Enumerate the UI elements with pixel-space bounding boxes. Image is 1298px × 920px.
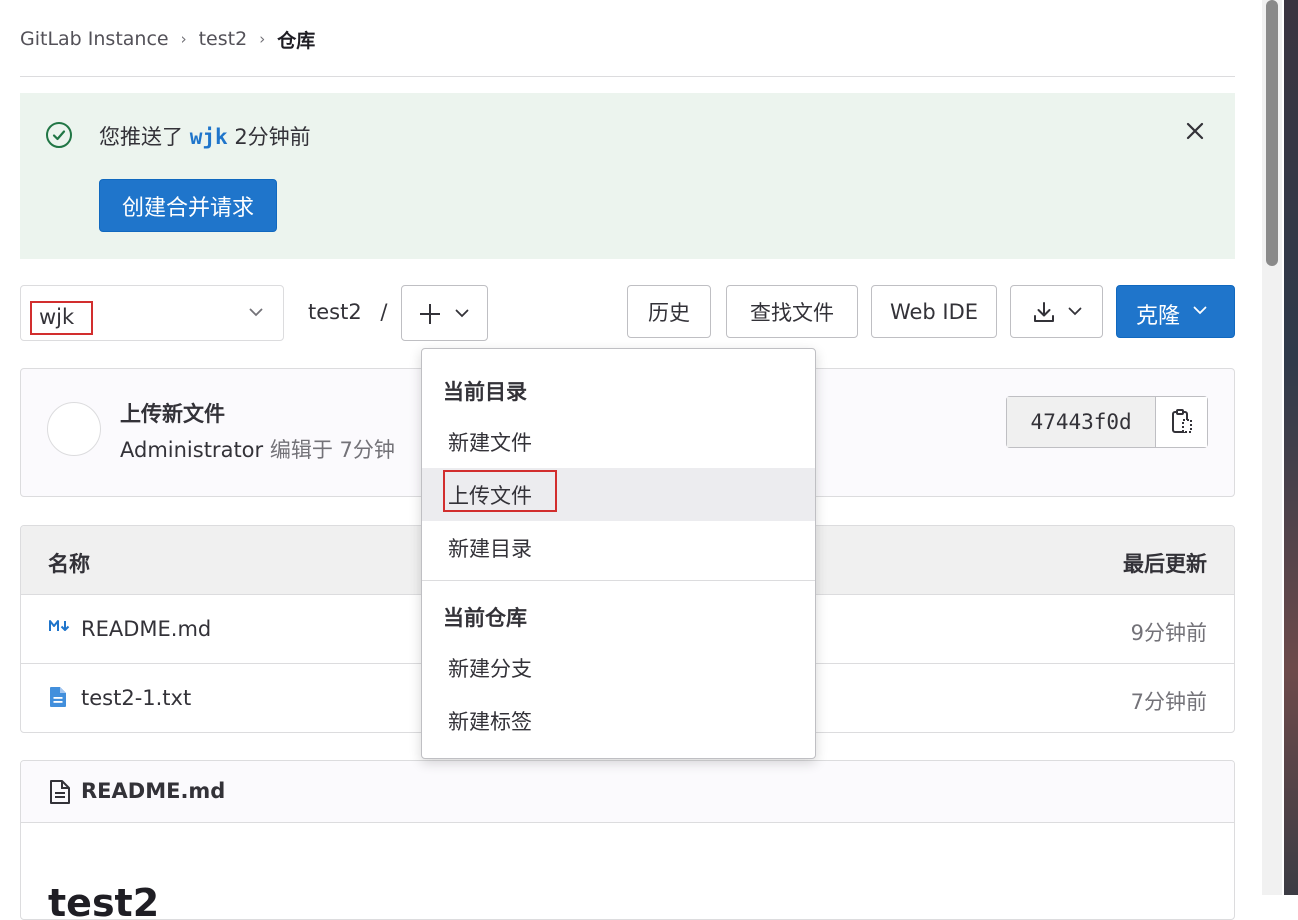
breadcrumb-current: 仓库 (277, 29, 316, 52)
column-name: 名称 (48, 552, 90, 576)
divider (20, 76, 1235, 77)
history-button[interactable]: 历史 (627, 285, 711, 338)
dropdown-divider (422, 580, 815, 581)
dropdown-section-current-repository: 当前仓库 (443, 606, 527, 630)
push-alert: 您推送了 wjk 2分钟前 创建合并请求 (20, 93, 1235, 259)
chevron-down-icon (249, 308, 263, 317)
breadcrumb: GitLab Instance › test2 › 仓库 (20, 26, 315, 52)
readme-title[interactable]: README.md (81, 779, 225, 803)
clone-label: 克隆 (1136, 304, 1181, 329)
chevron-down-icon (455, 309, 469, 318)
menu-item-new-directory[interactable]: 新建目录 (422, 521, 815, 574)
readme-heading: test2 (48, 881, 160, 920)
readme-header: README.md (21, 761, 1234, 823)
scrollbar-thumb[interactable] (1266, 0, 1278, 266)
file-name[interactable]: test2-1.txt (81, 686, 191, 710)
chevron-right-icon: › (180, 30, 187, 48)
clone-button[interactable]: 克隆 (1116, 285, 1235, 338)
file-time: 7分钟前 (1130, 690, 1207, 714)
copy-sha-button[interactable] (1156, 397, 1207, 447)
file-time: 9分钟前 (1130, 621, 1207, 645)
dropdown-section-current-directory: 当前目录 (443, 380, 527, 404)
path-separator: / (380, 300, 388, 324)
web-ide-button[interactable]: Web IDE (871, 285, 997, 338)
column-last-update: 最后更新 (1123, 552, 1207, 576)
alert-message: 您推送了 wjk 2分钟前 (99, 121, 311, 151)
add-dropdown-menu: 当前目录 新建文件 上传文件 新建目录 当前仓库 新建分支 新建标签 (421, 348, 816, 759)
file-icon (50, 687, 66, 707)
menu-item-label: 新建文件 (448, 431, 532, 455)
menu-item-label: 新建分支 (448, 657, 532, 681)
close-icon[interactable] (1184, 120, 1206, 142)
create-merge-request-button[interactable]: 创建合并请求 (99, 179, 277, 232)
download-button[interactable] (1010, 285, 1103, 338)
chevron-down-icon (1068, 307, 1081, 316)
find-file-button[interactable]: 查找文件 (726, 285, 858, 338)
alert-prefix: 您推送了 (99, 125, 183, 149)
markdown-icon (49, 620, 70, 631)
plus-icon (420, 304, 440, 324)
commit-sha[interactable]: 47443f0d (1007, 397, 1157, 447)
clipboard-icon (1171, 409, 1192, 433)
chevron-right-icon: › (259, 30, 266, 48)
repo-path: test2 / (308, 300, 387, 324)
commit-title[interactable]: 上传新文件 (120, 398, 225, 428)
alert-branch: wjk (189, 125, 228, 149)
commit-author[interactable]: Administrator (120, 438, 263, 462)
menu-item-label: 新建目录 (448, 537, 532, 561)
commit-meta: Administrator 编辑于 7分钟 (120, 434, 395, 464)
branch-selector[interactable]: wjk (20, 285, 284, 341)
readme-panel: README.md test2 (20, 760, 1235, 920)
window-edge (1284, 0, 1298, 895)
menu-item-new-file[interactable]: 新建文件 (422, 415, 815, 468)
alert-time: 2分钟前 (234, 125, 311, 149)
readme-body: test2 (21, 823, 1234, 920)
menu-item-new-tag[interactable]: 新建标签 (422, 694, 815, 747)
breadcrumb-instance[interactable]: GitLab Instance (20, 28, 169, 50)
breadcrumb-project[interactable]: test2 (199, 28, 248, 50)
document-icon (50, 780, 70, 804)
repo-path-root[interactable]: test2 (308, 300, 362, 324)
file-name[interactable]: README.md (81, 617, 211, 641)
download-icon (1033, 301, 1054, 322)
menu-item-upload-file[interactable]: 上传文件 (422, 468, 815, 521)
menu-item-new-branch[interactable]: 新建分支 (422, 641, 815, 694)
menu-item-label: 新建标签 (448, 710, 532, 734)
avatar[interactable] (47, 402, 101, 456)
branch-name: wjk (30, 301, 93, 335)
chevron-down-icon (1193, 306, 1207, 315)
menu-item-label: 上传文件 (448, 484, 532, 508)
commit-time: 编辑于 7分钟 (269, 438, 395, 462)
commit-sha-group: 47443f0d (1006, 396, 1208, 448)
check-circle-icon (46, 122, 72, 148)
add-to-tree-button[interactable] (401, 285, 488, 341)
